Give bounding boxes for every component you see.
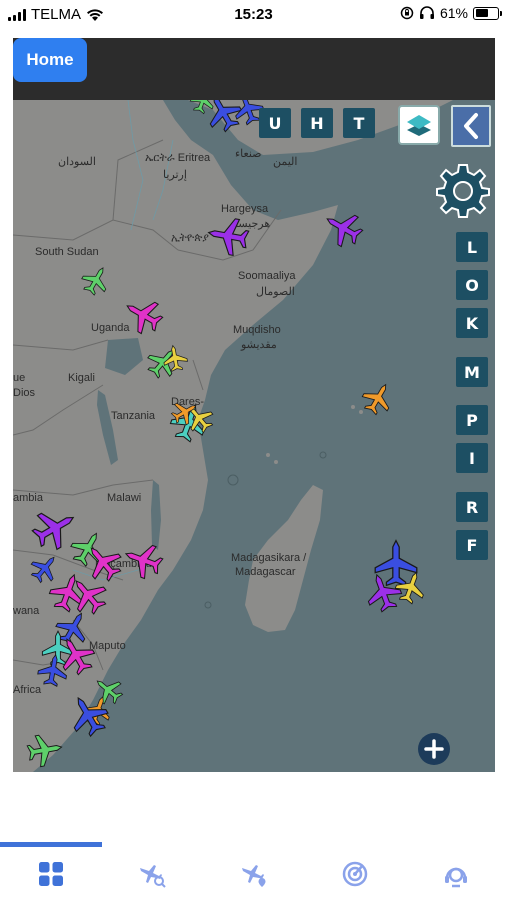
aircraft-marker[interactable] — [26, 732, 65, 769]
battery-fill — [475, 9, 489, 17]
chevron-left-icon — [464, 113, 478, 139]
aircraft-marker[interactable] — [89, 671, 127, 709]
nav-flight-search[interactable] — [101, 847, 202, 900]
map-filter-m-button[interactable]: M — [456, 357, 488, 387]
orientation-lock-icon — [400, 6, 414, 20]
aircraft-marker[interactable] — [188, 100, 219, 116]
radar-icon — [342, 861, 368, 886]
nav-pilot[interactable] — [406, 847, 507, 900]
home-button[interactable]: Home — [13, 38, 87, 82]
pilot-icon — [445, 867, 468, 887]
bottom-navigation — [0, 847, 507, 900]
map-filter-l-button[interactable]: L — [456, 232, 488, 262]
flight-map[interactable]: السودان ኤርትራ Eritrea إرتريا اليمن صنعاء … — [13, 100, 495, 772]
map-filter-i-button[interactable]: I — [456, 443, 488, 473]
map-filter-h-button[interactable]: H — [301, 108, 333, 138]
map-filter-o-button[interactable]: O — [456, 270, 488, 300]
map-filter-t-button[interactable]: T — [343, 108, 375, 138]
status-right: 61% — [400, 5, 502, 21]
map-filter-p-button[interactable]: P — [456, 405, 488, 435]
map-filter-k-button[interactable]: K — [456, 308, 488, 338]
grid-icon — [38, 861, 63, 886]
layers-icon — [407, 115, 431, 136]
battery-percent: 61% — [439, 5, 468, 21]
gear-icon — [436, 164, 490, 218]
aircraft-marker[interactable] — [319, 204, 367, 251]
layers-button[interactable] — [398, 105, 440, 145]
aircraft-marker[interactable] — [119, 291, 167, 338]
app-screen: TELMA 15:23 61% Home السودان ኤርትራ Eritre… — [0, 0, 507, 900]
map-filter-u-button[interactable]: U — [259, 108, 291, 138]
zoom-in-button[interactable] — [418, 733, 450, 765]
map-filter-f-button[interactable]: F — [456, 530, 488, 560]
aircraft-marker[interactable] — [120, 538, 166, 582]
nav-dashboard[interactable] — [0, 847, 101, 900]
settings-button[interactable] — [434, 162, 492, 220]
headphones-icon — [419, 6, 434, 19]
flight-search-icon — [140, 864, 166, 888]
battery-icon — [473, 6, 502, 20]
aircraft-layer[interactable] — [13, 100, 495, 772]
status-bar: TELMA 15:23 61% — [0, 0, 507, 30]
map-filter-r-button[interactable]: R — [456, 492, 488, 522]
plus-icon — [424, 739, 444, 759]
collapse-button[interactable] — [451, 105, 491, 147]
nav-radar[interactable] — [304, 847, 405, 900]
aircraft-marker[interactable] — [26, 549, 64, 587]
aircraft-marker[interactable] — [358, 378, 398, 419]
aircraft-marker[interactable] — [206, 215, 251, 258]
flight-location-icon — [241, 864, 266, 887]
aircraft-marker[interactable] — [78, 261, 115, 298]
nav-flight-location[interactable] — [203, 847, 304, 900]
